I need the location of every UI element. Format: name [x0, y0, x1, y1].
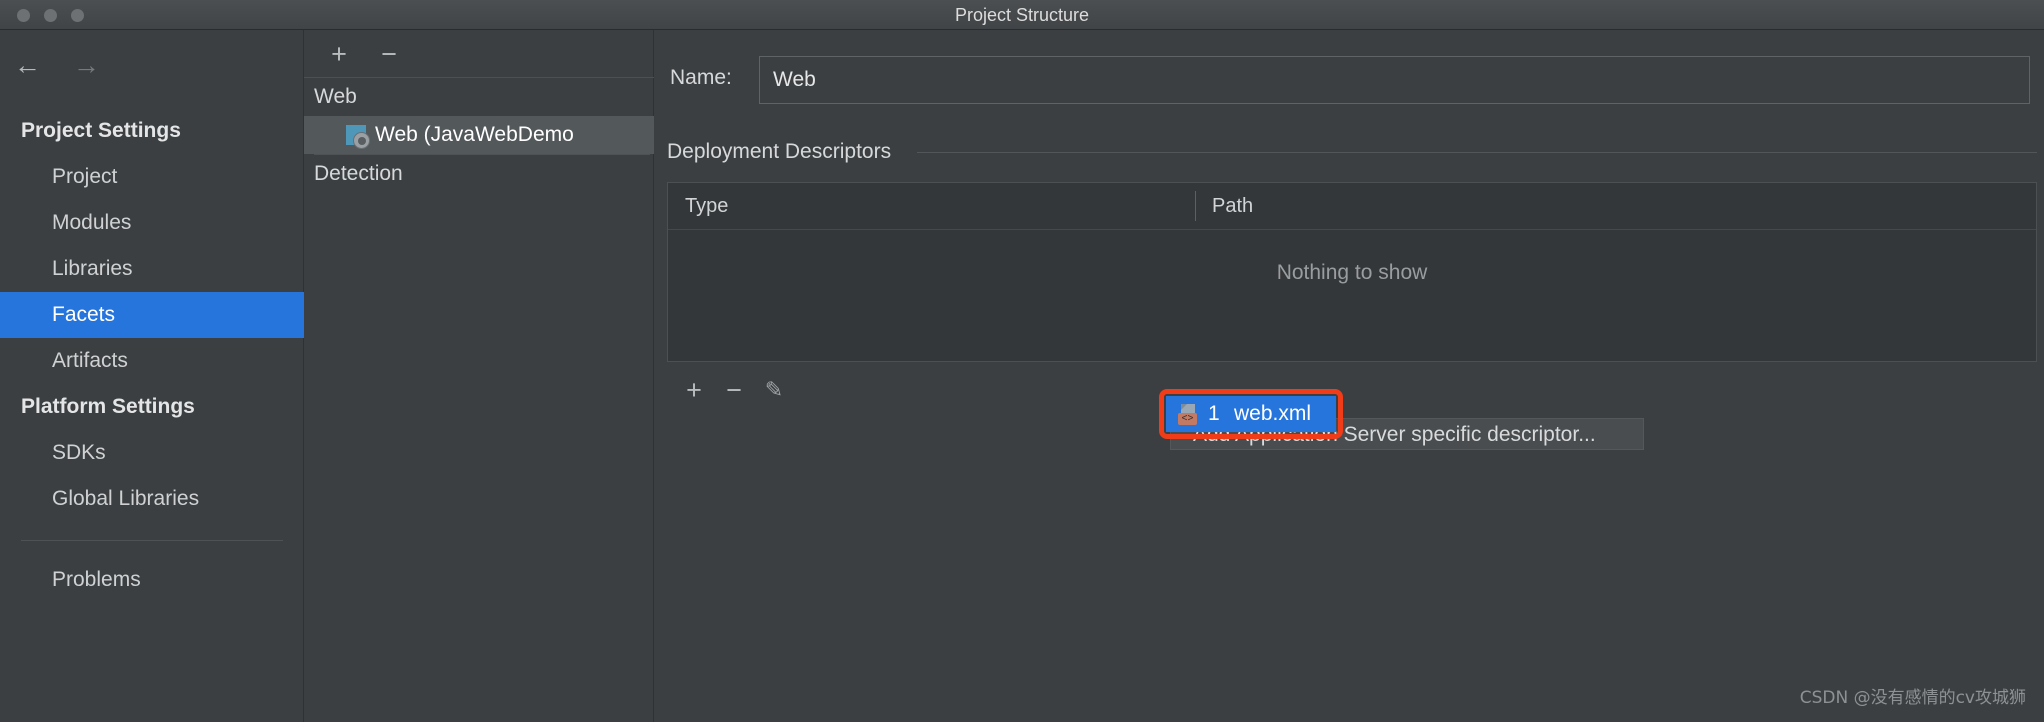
deployment-descriptors-table: Type Path Nothing to show — [667, 182, 2037, 362]
name-row: Name: Web — [670, 56, 2030, 104]
section-title: Deployment Descriptors — [667, 140, 892, 163]
window-title: Project Structure — [954, 5, 1090, 25]
tree-row-web-facet[interactable]: Web (JavaWebDemo — [304, 116, 654, 154]
title-bar: Project Structure — [0, 0, 2044, 30]
edit-descriptor-button[interactable]: ✎ — [755, 370, 793, 410]
tree-row-label: Web (JavaWebDemo — [375, 123, 574, 146]
sidebar-list: Project Settings Project Modules Librari… — [0, 108, 304, 603]
nav-arrows: ← → — [14, 52, 100, 79]
sidebar-item-project[interactable]: Project — [0, 154, 304, 200]
facet-panel: + − Web Web (JavaWebDemo Detection — [304, 30, 654, 722]
sidebar-item-global-libraries[interactable]: Global Libraries — [0, 476, 304, 522]
column-divider[interactable] — [1195, 191, 1196, 221]
sidebar-item-sdks[interactable]: SDKs — [0, 430, 304, 476]
name-input[interactable]: Web — [759, 56, 2030, 104]
facet-tree: Web Web (JavaWebDemo Detection — [304, 78, 654, 193]
facet-toolbar: + − — [304, 30, 654, 78]
table-empty-message: Nothing to show — [1276, 261, 1428, 284]
name-label: Name: — [670, 66, 732, 89]
sidebar-item-modules[interactable]: Modules — [0, 200, 304, 246]
sidebar-group-platform-settings: Platform Settings — [21, 395, 195, 418]
sidebar-item-libraries[interactable]: Libraries — [0, 246, 304, 292]
column-header-path[interactable]: Path — [1212, 183, 1253, 229]
table-header-row: Type Path — [668, 183, 2036, 230]
sidebar-item-artifacts[interactable]: Artifacts — [0, 338, 304, 384]
descriptor-toolbar: + − ✎ — [669, 370, 969, 416]
remove-descriptor-button[interactable]: − — [715, 370, 753, 410]
tree-row-detection[interactable]: Detection — [304, 155, 654, 193]
sidebar-item-problems[interactable]: Problems — [0, 557, 304, 603]
back-arrow-icon[interactable]: ← — [14, 52, 41, 79]
header-underline — [668, 229, 2036, 230]
deployment-descriptors-section-header: Deployment Descriptors — [667, 140, 2037, 163]
column-header-type[interactable]: Type — [685, 183, 728, 229]
add-facet-button[interactable]: + — [322, 37, 356, 71]
watermark: CSDN @没有感情的cv攻城狮 — [1799, 688, 2026, 708]
section-divider — [917, 152, 2037, 153]
sidebar-group-project-settings: Project Settings — [21, 119, 181, 142]
forward-arrow-icon[interactable]: → — [73, 52, 100, 79]
settings-sidebar: ← → Project Settings Project Modules Lib… — [0, 30, 304, 722]
pencil-icon: ✎ — [764, 377, 784, 402]
sidebar-item-facets[interactable]: Facets — [0, 292, 304, 338]
annotation-highlight-box — [1159, 389, 1343, 439]
remove-facet-button[interactable]: − — [372, 37, 406, 71]
tree-row-web-group[interactable]: Web — [304, 78, 654, 116]
facet-detail-panel: Name: Web Deployment Descriptors Type Pa… — [655, 30, 2044, 722]
sidebar-divider — [21, 540, 283, 541]
project-structure-window: Project Structure ← → Project Settings P… — [0, 0, 2044, 722]
web-facet-icon — [346, 125, 370, 149]
add-descriptor-button[interactable]: + — [675, 370, 713, 410]
